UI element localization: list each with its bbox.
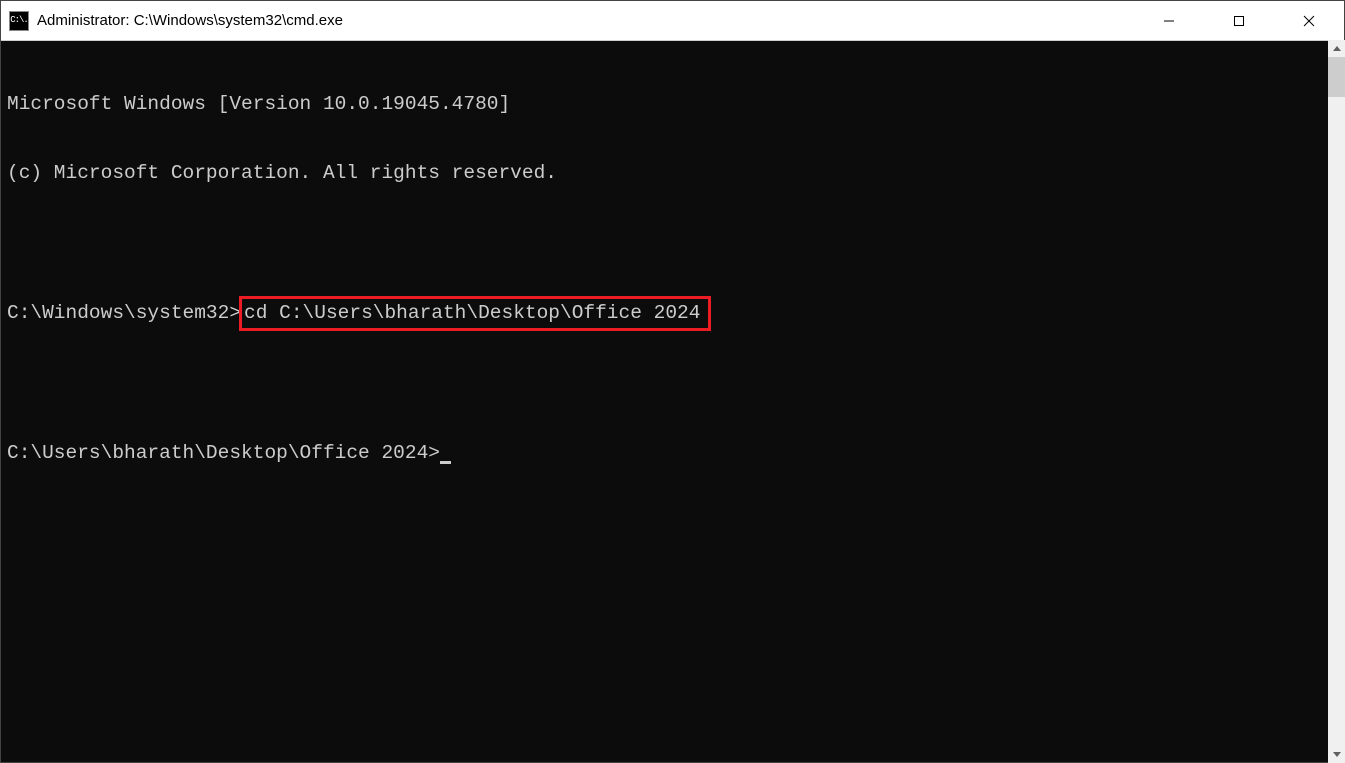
scroll-thumb[interactable] <box>1328 57 1345 97</box>
chevron-up-icon <box>1333 46 1341 51</box>
close-icon <box>1303 15 1315 27</box>
titlebar[interactable]: C:\. Administrator: C:\Windows\system32\… <box>1 1 1344 41</box>
cmd-icon: C:\. <box>9 11 29 31</box>
maximize-icon <box>1233 15 1245 27</box>
blank-line <box>7 373 1327 396</box>
output-line: Microsoft Windows [Version 10.0.19045.47… <box>7 93 1327 116</box>
scroll-down-button[interactable] <box>1328 746 1345 763</box>
close-button[interactable] <box>1274 1 1344 41</box>
text-cursor <box>440 461 451 464</box>
scroll-up-button[interactable] <box>1328 40 1345 57</box>
output-line: (c) Microsoft Corporation. All rights re… <box>7 162 1327 185</box>
scroll-track[interactable] <box>1328 57 1345 746</box>
maximize-button[interactable] <box>1204 1 1274 41</box>
blank-line <box>7 231 1327 254</box>
window-title: Administrator: C:\Windows\system32\cmd.e… <box>37 12 343 29</box>
prompt-prefix: C:\Users\bharath\Desktop\Office 2024> <box>7 442 440 464</box>
minimize-icon <box>1163 15 1175 27</box>
minimize-button[interactable] <box>1134 1 1204 41</box>
prompt-line: C:\Users\bharath\Desktop\Office 2024> <box>7 442 1327 465</box>
command-highlight: cd C:\Users\bharath\Desktop\Office 2024 <box>239 296 711 331</box>
terminal-area[interactable]: Microsoft Windows [Version 10.0.19045.47… <box>1 41 1344 762</box>
window-controls <box>1134 1 1344 41</box>
prompt-line: C:\Windows\system32>cd C:\Users\bharath\… <box>7 300 1327 327</box>
chevron-down-icon <box>1333 752 1341 757</box>
prompt-prefix: C:\Windows\system32> <box>7 302 241 324</box>
cmd-window: C:\. Administrator: C:\Windows\system32\… <box>0 0 1345 763</box>
typed-command: cd C:\Users\bharath\Desktop\Office 2024 <box>244 302 700 324</box>
vertical-scrollbar[interactable] <box>1328 40 1345 763</box>
